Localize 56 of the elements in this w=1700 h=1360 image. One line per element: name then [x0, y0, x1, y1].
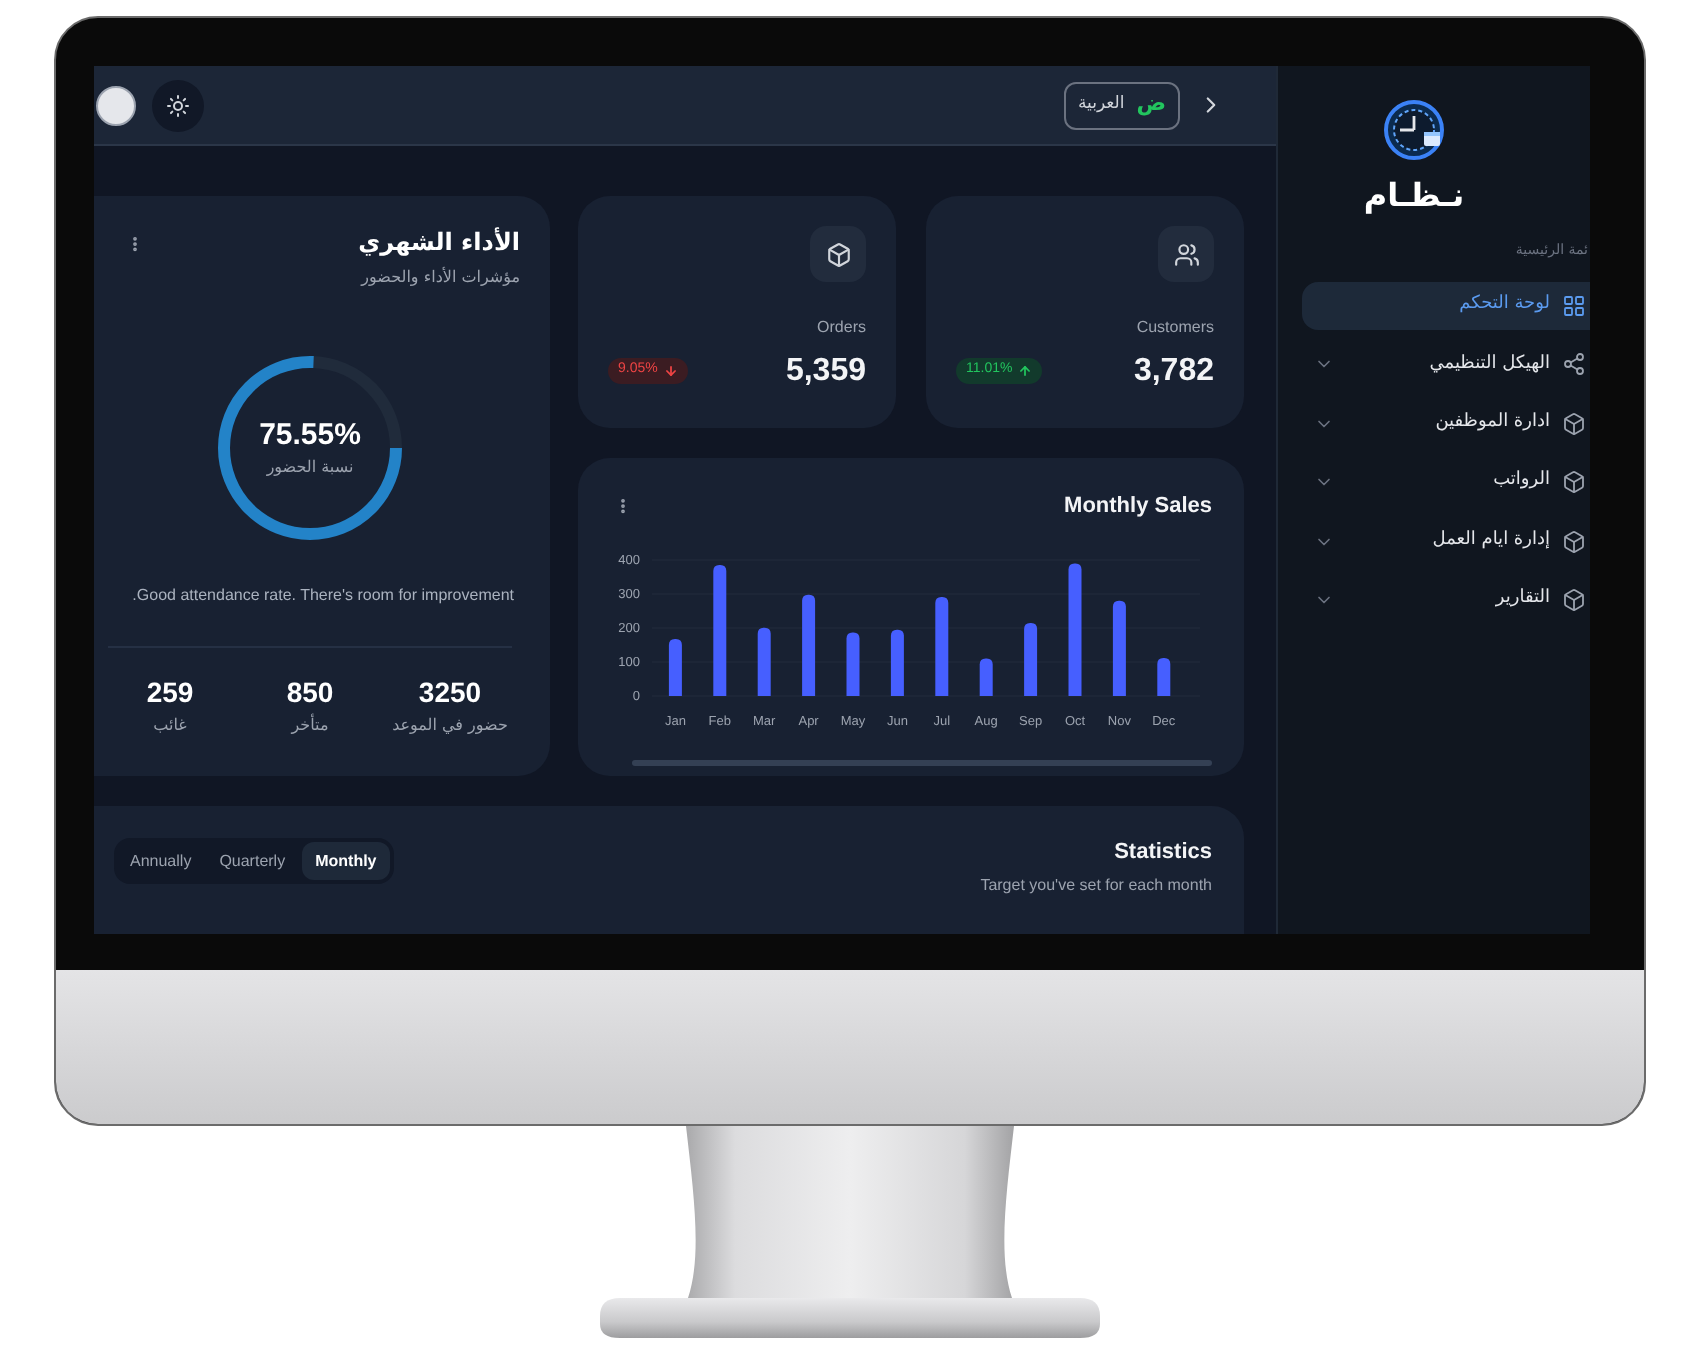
card-title: Statistics — [1112, 838, 1212, 866]
card-title: Monthly Sales — [1064, 492, 1212, 520]
cube-icon — [1562, 587, 1586, 612]
bar — [979, 658, 993, 696]
stat-label: Customers — [1134, 318, 1214, 338]
sidebar-item[interactable]: ادارة الموظفين — [1302, 399, 1590, 448]
attendance-label: نسبة الحضور — [266, 458, 354, 478]
cube-icon — [1562, 470, 1586, 495]
sun-icon — [166, 93, 190, 117]
horizontal-scrollbar[interactable] — [632, 760, 1212, 766]
bar — [668, 638, 682, 696]
card-title: الأداء الشهري — [358, 228, 520, 258]
bar — [1157, 657, 1171, 696]
stat-number: 3250 — [418, 676, 482, 708]
stat-caption: حضور في الموعد — [392, 716, 508, 736]
user-avatar-icon[interactable] — [96, 85, 136, 125]
stat-number: 259 — [146, 676, 194, 708]
bar — [935, 597, 949, 696]
arrow-up-icon — [1018, 364, 1033, 378]
bar — [802, 594, 816, 696]
stat-caption: متأخر — [291, 716, 329, 736]
grid-icon — [1562, 294, 1586, 318]
period-tab[interactable]: Annually — [118, 842, 204, 880]
cube-icon — [1562, 411, 1586, 436]
stat-label: Orders — [815, 318, 866, 338]
theme-toggle-button[interactable] — [152, 79, 204, 131]
language-button[interactable]: ض العربية — [1063, 81, 1180, 129]
sidebar-item[interactable]: التقارير — [1302, 575, 1590, 624]
logo-text: نـظـام — [1363, 176, 1465, 216]
bar — [1068, 563, 1082, 696]
card-subtitle: مؤشرات الأداء والحضور — [358, 268, 520, 288]
card-subtitle: Target you've set for each month — [980, 876, 1212, 896]
stat-value: 3,782 — [1133, 352, 1214, 390]
attendance-percent: 75.55% — [259, 418, 361, 452]
sidebar-item[interactable]: لوحة التحكم — [1302, 282, 1590, 330]
stat-number: 850 — [286, 676, 334, 708]
cube-icon — [1562, 529, 1586, 554]
bar — [1024, 622, 1038, 696]
cube-icon — [810, 226, 866, 282]
stat-value: 5,359 — [785, 352, 866, 390]
sidebar-item[interactable]: إدارة ايام العمل — [1302, 517, 1590, 566]
bar — [846, 632, 860, 696]
bar — [713, 565, 727, 696]
bar — [757, 627, 771, 696]
users-icon — [1158, 226, 1214, 282]
bar — [890, 629, 904, 696]
share-nodes-icon — [1562, 352, 1586, 377]
clock-logo-icon — [1384, 100, 1444, 160]
arrow-down-icon — [663, 364, 678, 378]
sidebar-item[interactable]: الرواتب — [1302, 458, 1590, 507]
period-tab[interactable]: Quarterly — [207, 842, 298, 880]
stat-caption: غائب — [153, 716, 187, 736]
sidebar-item[interactable]: الهيكل التنظيمي — [1302, 340, 1590, 389]
period-tab[interactable]: Monthly — [301, 842, 391, 880]
bar — [1112, 600, 1126, 696]
performance-note: Good attendance rate. There's room for improvement. — [130, 586, 516, 606]
